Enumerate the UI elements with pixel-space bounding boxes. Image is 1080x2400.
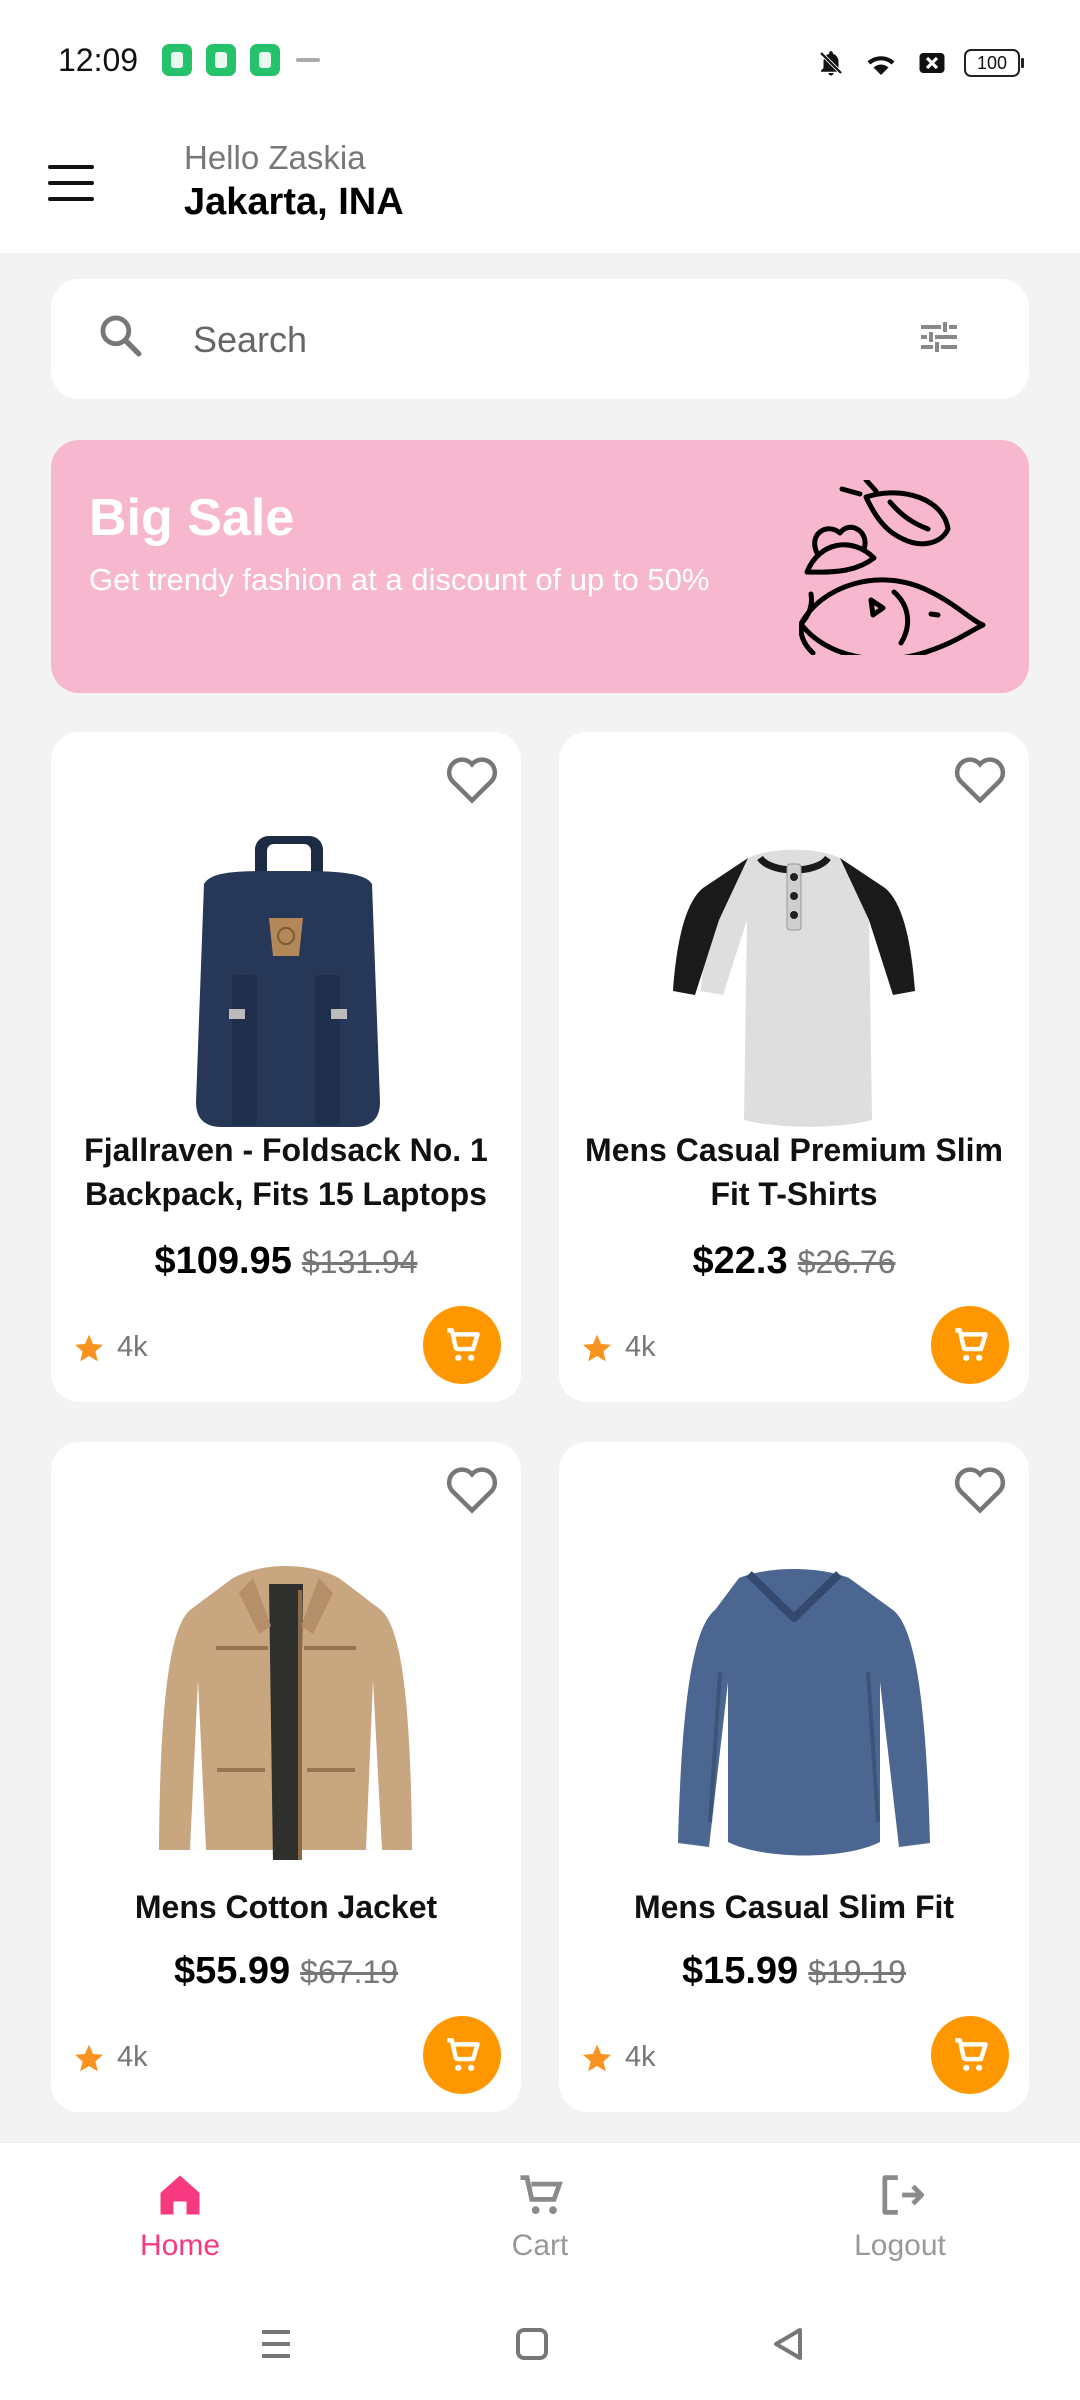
star-icon [583, 1334, 611, 1361]
original-price: $26.76 [797, 1244, 896, 1280]
app-header: Hello Zaskia Jakarta, INA [0, 125, 1080, 253]
more-notifications-icon [296, 58, 320, 62]
rating-count: 4k [117, 2041, 148, 2073]
favorite-icon[interactable] [951, 752, 1009, 804]
price-line: $22.3 $26.76 [559, 1240, 1029, 1283]
favorite-icon[interactable] [443, 752, 501, 804]
add-to-cart-button[interactable] [423, 2016, 501, 2094]
add-to-cart-button[interactable] [931, 1306, 1009, 1384]
add-to-cart-button[interactable] [423, 1306, 501, 1384]
logout-icon [882, 2175, 925, 2215]
backpack-image [196, 836, 380, 1127]
current-price: $22.3 [692, 1240, 788, 1282]
nav-cart-label: Cart [511, 2229, 569, 2262]
star-icon [75, 2044, 103, 2071]
rating: 4k [581, 1331, 656, 1364]
home-icon [160, 2175, 200, 2215]
cart-icon [520, 2175, 563, 2215]
back-icon[interactable] [764, 2320, 812, 2368]
price-line: $55.99 $67.19 [51, 1950, 521, 1993]
product-title: Mens Cotton Jacket [134, 1889, 438, 1925]
seafood-illustration [799, 480, 986, 655]
filter-icon[interactable] [913, 313, 965, 361]
search-bar[interactable] [51, 279, 1029, 399]
product-card[interactable]: Mens Casual Premium Slim Fit T-Shirts $2… [559, 732, 1029, 1402]
current-price: $15.99 [681, 1950, 799, 1992]
product-card[interactable]: Mens Cotton Jacket $55.99 $67.19 4k [51, 1442, 521, 2112]
current-price: $109.95 [154, 1240, 292, 1282]
price-line: $109.95 $131.94 [51, 1240, 521, 1283]
price-line: $15.99 $19.19 [559, 1950, 1029, 1993]
home-system-icon[interactable] [508, 2320, 556, 2368]
current-price: $55.99 [173, 1950, 291, 1992]
product-title: Fjallraven - Foldsack No. 1 Backpack, Fi… [84, 1132, 488, 1212]
search-input[interactable] [191, 309, 895, 371]
cart-icon [447, 2038, 480, 2071]
star-icon [75, 1334, 103, 1361]
notification-app-icon [250, 44, 280, 76]
notification-app-icon [206, 44, 236, 76]
product-card[interactable]: Mens Casual Slim Fit $15.99 $19.19 4k [559, 1442, 1029, 2112]
rating-count: 4k [625, 1331, 656, 1363]
add-to-cart-button[interactable] [931, 2016, 1009, 2094]
rating: 4k [581, 2041, 656, 2074]
status-bar: 12:09 100 [0, 0, 1080, 125]
notification-app-icon [162, 44, 192, 76]
bottom-navigation: Home Cart Logout [0, 2142, 1080, 2291]
cart-icon [447, 1328, 480, 1361]
menu-icon[interactable] [48, 165, 94, 203]
recent-apps-icon[interactable] [252, 2320, 300, 2368]
search-icon [100, 315, 142, 357]
banner-title: Big Sale [89, 489, 295, 547]
rating: 4k [73, 1331, 148, 1364]
nav-home-label: Home [139, 2229, 221, 2262]
system-status-icons: 100 [816, 46, 1024, 80]
cart-icon [955, 1328, 988, 1361]
nav-cart[interactable]: Cart [450, 2169, 630, 2271]
tshirt-image [673, 849, 915, 1127]
location-text: Jakarta, INA [184, 181, 404, 223]
status-time: 12:09 [58, 42, 139, 78]
original-price: $19.19 [808, 1954, 907, 1990]
jacket-image [159, 1566, 412, 1860]
battery-indicator: 100 [964, 49, 1024, 77]
product-title: Mens Casual Slim Fit [633, 1889, 955, 1925]
mute-icon [819, 51, 843, 76]
rating-count: 4k [117, 1331, 148, 1363]
favorite-icon[interactable] [951, 1462, 1009, 1514]
sale-banner[interactable]: Big Sale Get trendy fashion at a discoun… [51, 440, 1029, 693]
wifi-icon [867, 56, 895, 75]
rating-count: 4k [625, 2041, 656, 2073]
product-card[interactable]: Fjallraven - Foldsack No. 1 Backpack, Fi… [51, 732, 521, 1402]
product-title: Mens Casual Premium Slim Fit T-Shirts [585, 1132, 1003, 1212]
original-price: $67.19 [300, 1954, 399, 1990]
nav-logout-label: Logout [854, 2229, 946, 2262]
signal-off-icon [919, 53, 945, 73]
nav-home[interactable]: Home [90, 2169, 270, 2271]
long-sleeve-shirt-image [678, 1569, 930, 1856]
cart-icon [955, 2038, 988, 2071]
nav-logout[interactable]: Logout [810, 2169, 990, 2271]
original-price: $131.94 [301, 1244, 418, 1280]
greeting-text: Hello Zaskia [184, 139, 366, 176]
system-navigation-bar [0, 2290, 1080, 2400]
rating: 4k [73, 2041, 148, 2074]
banner-subtitle: Get trendy fashion at a discount of up t… [89, 562, 710, 597]
star-icon [583, 2044, 611, 2071]
favorite-icon[interactable] [443, 1462, 501, 1514]
